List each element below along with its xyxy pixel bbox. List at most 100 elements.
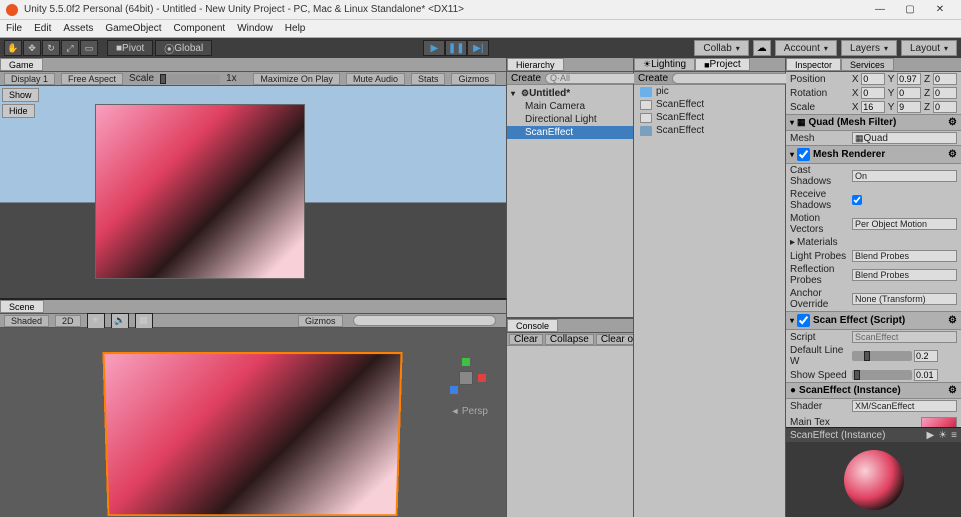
stats-toggle[interactable]: Stats xyxy=(411,73,446,85)
project-item-shader[interactable]: ScanEffect xyxy=(634,124,785,137)
menu-gameobject[interactable]: GameObject xyxy=(105,23,161,34)
tab-lighting[interactable]: ☀ Lighting xyxy=(634,58,695,71)
gear-icon[interactable]: ⚙ xyxy=(948,149,957,160)
2d-toggle[interactable]: 2D xyxy=(55,315,81,327)
mesh-field[interactable]: ▦ Quad xyxy=(852,132,957,144)
fx-toggle-icon[interactable]: ▦ xyxy=(135,313,153,329)
mute-toggle[interactable]: Mute Audio xyxy=(346,73,405,85)
receive-shadows-checkbox[interactable] xyxy=(852,195,862,205)
mesh-renderer-enabled[interactable] xyxy=(797,148,810,161)
hide-button[interactable]: Hide xyxy=(2,104,35,118)
hierarchy-create[interactable]: Create xyxy=(511,73,541,84)
cloud-icon[interactable]: ☁ xyxy=(753,40,771,56)
menu-window[interactable]: Window xyxy=(237,23,273,34)
scl-y[interactable] xyxy=(897,101,921,113)
menu-file[interactable]: File xyxy=(6,23,22,34)
rotate-tool[interactable]: ↻ xyxy=(42,40,60,56)
aspect-dropdown[interactable]: Free Aspect xyxy=(61,73,123,85)
pivot-toggle[interactable]: ■ Pivot xyxy=(107,40,153,56)
shader-dropdown[interactable]: XM/ScanEffect xyxy=(852,400,957,412)
show-speed-field[interactable] xyxy=(914,369,938,381)
maintex-preview[interactable]: Select xyxy=(921,417,957,427)
project-item-script1[interactable]: ScanEffect xyxy=(634,98,785,111)
light-toggle-icon[interactable]: ☀ xyxy=(87,313,105,329)
maximize-button[interactable]: ▢ xyxy=(895,4,925,15)
rot-z[interactable] xyxy=(933,87,957,99)
minimize-button[interactable]: — xyxy=(865,4,895,15)
console-clear-play[interactable]: Clear on Play xyxy=(596,334,633,345)
menu-component[interactable]: Component xyxy=(174,23,226,34)
gear-icon[interactable]: ⚙ xyxy=(948,315,957,326)
project-create[interactable]: Create xyxy=(638,73,668,84)
tab-project[interactable]: ■ Project xyxy=(695,58,750,71)
pause-button[interactable]: ❚❚ xyxy=(445,40,467,56)
close-button[interactable]: ✕ xyxy=(925,4,955,15)
hand-tool[interactable]: ✋ xyxy=(4,40,22,56)
layout-dropdown[interactable]: Layout xyxy=(901,40,957,56)
scan-effect-enabled[interactable] xyxy=(797,314,810,327)
motion-vectors-dropdown[interactable]: Per Object Motion xyxy=(852,218,957,230)
selected-quad[interactable] xyxy=(102,352,402,516)
anchor-override-field[interactable]: None (Transform) xyxy=(852,293,957,305)
scale-slider[interactable] xyxy=(160,74,220,84)
local-toggle[interactable]: ⦿ Global xyxy=(155,40,212,56)
scene-root[interactable]: ▾⚙ Untitled* xyxy=(507,87,633,100)
step-button[interactable]: ▶| xyxy=(467,40,489,56)
hierarchy-item-scaneffect[interactable]: ScanEffect xyxy=(507,126,633,139)
project-search-input[interactable] xyxy=(672,73,799,84)
default-line-w-field[interactable] xyxy=(914,350,938,362)
orientation-gizmo[interactable] xyxy=(446,358,486,398)
shading-dropdown[interactable]: Shaded xyxy=(4,315,49,327)
pos-y[interactable] xyxy=(897,73,921,85)
preview-menu-icon[interactable]: ≡ xyxy=(951,430,957,441)
gear-icon[interactable]: ⚙ xyxy=(948,385,957,396)
reflection-probes-dropdown[interactable]: Blend Probes xyxy=(852,269,957,281)
hierarchy-item-light[interactable]: Directional Light xyxy=(507,113,633,126)
play-button[interactable]: ▶ xyxy=(423,40,445,56)
tab-console[interactable]: Console xyxy=(507,319,558,332)
menu-help[interactable]: Help xyxy=(285,23,306,34)
display-dropdown[interactable]: Display 1 xyxy=(4,73,55,85)
preview-play-icon[interactable]: ▶ xyxy=(926,430,934,441)
audio-toggle-icon[interactable]: 🔊 xyxy=(111,313,129,329)
show-button[interactable]: Show xyxy=(2,88,39,102)
scl-z[interactable] xyxy=(933,101,957,113)
rot-x[interactable] xyxy=(861,87,885,99)
preview-light-icon[interactable]: ☀ xyxy=(938,430,947,441)
light-probes-dropdown[interactable]: Blend Probes xyxy=(852,250,957,262)
cast-shadows-dropdown[interactable]: On xyxy=(852,170,957,182)
scale-tool[interactable]: ⤢ xyxy=(61,40,79,56)
menu-edit[interactable]: Edit xyxy=(34,23,51,34)
tab-inspector[interactable]: Inspector xyxy=(786,58,841,71)
scene-gizmos-dropdown[interactable]: Gizmos xyxy=(298,315,343,327)
scale-label: Scale xyxy=(129,73,154,84)
move-tool[interactable]: ✥ xyxy=(23,40,41,56)
hierarchy-item-camera[interactable]: Main Camera xyxy=(507,100,633,113)
console-clear[interactable]: Clear xyxy=(509,334,543,345)
tab-game[interactable]: Game xyxy=(0,58,43,71)
rot-y[interactable] xyxy=(897,87,921,99)
show-speed-slider[interactable] xyxy=(852,370,912,380)
project-item-script2[interactable]: ScanEffect xyxy=(634,111,785,124)
layers-dropdown[interactable]: Layers xyxy=(841,40,897,56)
persp-label[interactable]: ◄ Persp xyxy=(450,406,488,417)
default-line-w-slider[interactable] xyxy=(852,351,912,361)
gear-icon[interactable]: ⚙ xyxy=(948,117,957,128)
menu-assets[interactable]: Assets xyxy=(63,23,93,34)
material-preview[interactable] xyxy=(786,442,961,517)
tab-hierarchy[interactable]: Hierarchy xyxy=(507,58,564,71)
scl-x[interactable] xyxy=(861,101,885,113)
scene-search-input[interactable] xyxy=(353,315,496,326)
maximize-toggle[interactable]: Maximize On Play xyxy=(253,73,340,85)
scene-canvas[interactable]: ◄ Persp xyxy=(0,328,506,517)
gizmos-dropdown[interactable]: Gizmos xyxy=(451,73,496,85)
tab-scene[interactable]: Scene xyxy=(0,300,44,313)
tab-services[interactable]: Services xyxy=(841,58,894,71)
console-collapse[interactable]: Collapse xyxy=(545,334,594,345)
project-item-pic[interactable]: pic xyxy=(634,85,785,98)
rect-tool[interactable]: ▭ xyxy=(80,40,98,56)
account-dropdown[interactable]: Account xyxy=(775,40,837,56)
collab-dropdown[interactable]: Collab xyxy=(694,40,748,56)
pos-z[interactable] xyxy=(933,73,957,85)
pos-x[interactable] xyxy=(861,73,885,85)
